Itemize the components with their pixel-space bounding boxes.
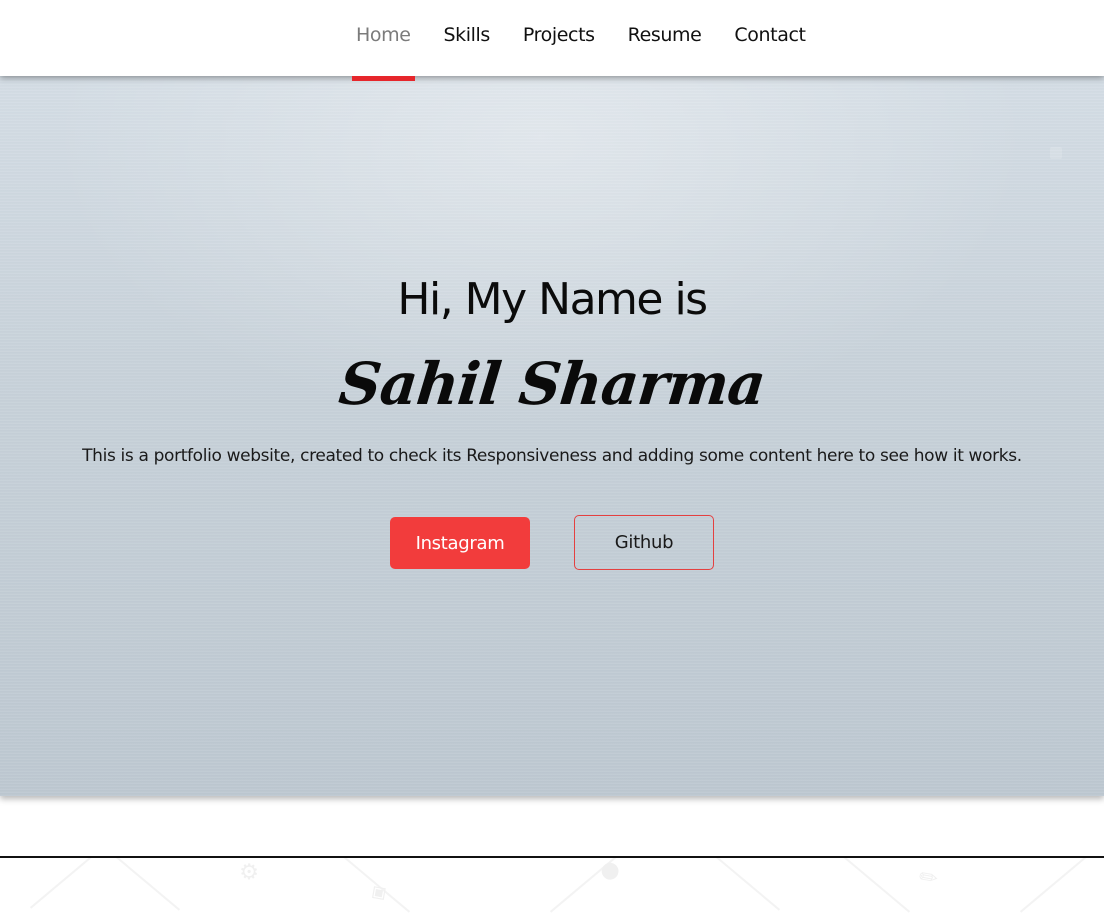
nav-item-label: Home	[356, 24, 411, 46]
background-decor-line	[839, 858, 911, 913]
portfolio-page: Home Skills Projects Resume Contact Hi, …	[0, 0, 1104, 913]
nav-item-contact[interactable]: Contact	[730, 0, 809, 76]
background-decor-glyph: ●	[594, 858, 625, 887]
instagram-button[interactable]: Instagram	[390, 517, 530, 569]
background-decor-line	[109, 858, 181, 911]
nav-item-home[interactable]: Home	[352, 0, 415, 81]
github-button[interactable]: Github	[574, 515, 714, 570]
background-decor-line	[29, 858, 101, 909]
nav-item-label: Projects	[522, 24, 595, 46]
background-decor-glyph: ✎	[914, 862, 944, 895]
hero-name: Sahil Sharma	[335, 350, 769, 418]
background-decor-line	[709, 858, 781, 911]
nav-item-label: Skills	[443, 24, 491, 46]
nav-item-label: Resume	[627, 24, 702, 46]
nav-links: Home Skills Projects Resume Contact	[352, 0, 835, 81]
background-decor-line	[1019, 858, 1091, 913]
background-decor-glyph: ⚙	[234, 858, 266, 889]
nav-item-projects[interactable]: Projects	[519, 0, 599, 76]
nav-item-label: Contact	[734, 24, 806, 46]
hero-section: Hi, My Name is Sahil Sharma This is a po…	[0, 76, 1104, 796]
hero-greeting: Hi, My Name is	[397, 274, 708, 325]
active-nav-underline	[352, 76, 415, 81]
hero-description: This is a portfolio website, created to …	[82, 446, 1022, 466]
skills-background-strip: ⚙ ◈ ● ✎	[0, 858, 1104, 913]
background-decor-glyph: ◈	[364, 877, 393, 908]
background-texture-mark	[1050, 147, 1062, 159]
top-navbar: Home Skills Projects Resume Contact	[0, 0, 1104, 81]
nav-item-resume[interactable]: Resume	[624, 0, 706, 76]
nav-item-skills[interactable]: Skills	[440, 0, 494, 76]
